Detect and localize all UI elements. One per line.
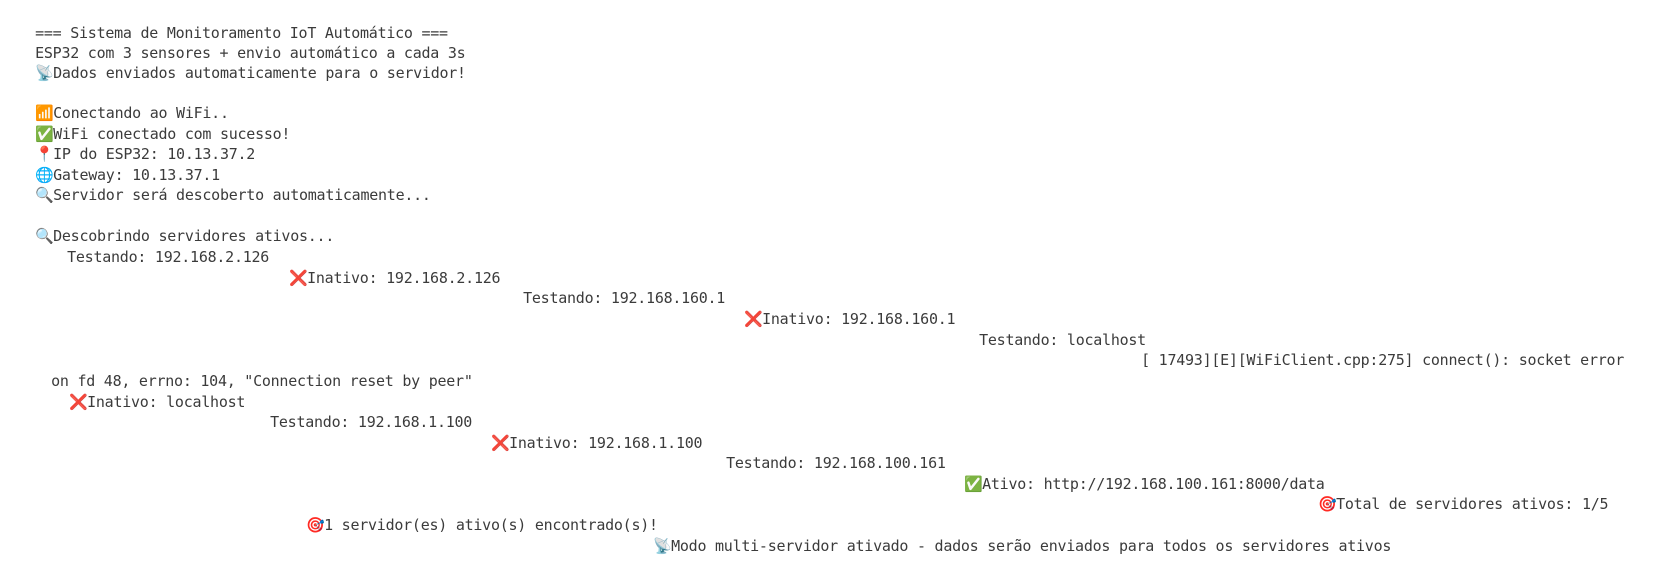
output-line-testing: Testando: 192.168.2.126 — [32, 224, 269, 266]
target-icon: 🎯 — [1318, 495, 1337, 513]
output-line-active: ✅Ativo: http://192.168.100.161:8000/data — [929, 451, 1325, 493]
cross-icon: ❌ — [491, 434, 510, 452]
output-line-inactive: ❌Inativo: localhost — [34, 369, 245, 411]
output-line-wifi-connecting: 📶Conectando ao WiFi.. — [0, 80, 229, 122]
output-line-inactive: ❌Inativo: 192.168.1.100 — [456, 410, 702, 452]
check-icon: ✅ — [964, 475, 983, 493]
line-text: Modo multi-servidor ativado - dados serã… — [671, 537, 1392, 555]
satellite-antenna-icon: 📡 — [653, 537, 672, 555]
output-line-gateway: 🌐Gateway: 10.13.37.1 — [0, 142, 220, 184]
output-line-testing: Testando: 192.168.1.100 — [235, 389, 472, 431]
output-line-inactive: ❌Inativo: 192.168.160.1 — [709, 286, 955, 328]
line-text: [ 17493][E][WiFiClient.cpp:275] connect(… — [1141, 351, 1625, 369]
line-text: Testando: 192.168.100.161 — [726, 454, 946, 472]
output-line-multi-server: 📡Modo multi-servidor ativado - dados ser… — [618, 513, 1391, 555]
output-line-title: === Sistema de Monitoramento IoT Automát… — [0, 0, 448, 42]
line-text: Testando: 192.168.1.100 — [270, 413, 473, 431]
line-text: 1 servidor(es) ativo(s) encontrado(s)! — [324, 516, 658, 534]
output-line-esp-ip: 📍IP do ESP32: 10.13.37.2 — [0, 121, 255, 163]
line-text: Inativo: 192.168.160.1 — [762, 310, 956, 328]
line-text: Inativo: 192.168.1.100 — [509, 434, 703, 452]
output-line-auto-send: 📡Dados enviados automaticamente para o s… — [0, 40, 466, 82]
output-line-servers-found: 🎯1 servidor(es) ativo(s) encontrado(s)! — [271, 492, 658, 534]
cross-icon: ❌ — [744, 310, 763, 328]
output-line-total-active: 🎯Total de servidores ativos: 1/5 — [1283, 471, 1608, 513]
line-text: Testando: 192.168.2.126 — [67, 248, 270, 266]
line-text: Inativo: localhost — [87, 393, 246, 411]
target-icon: 🎯 — [306, 516, 325, 534]
output-line-subtitle: ESP32 com 3 sensores + envio automático … — [0, 20, 466, 62]
output-line-wifi-connected: ✅WiFi conectado com sucesso! — [0, 101, 290, 143]
output-line-inactive: ❌Inativo: 192.168.2.126 — [254, 245, 500, 287]
output-line-testing: Testando: 192.168.160.1 — [488, 265, 725, 307]
output-line-testing: Testando: localhost — [944, 307, 1146, 349]
line-text: Testando: 192.168.160.1 — [523, 289, 726, 307]
line-text: Servidor será descoberto automaticamente… — [53, 186, 431, 204]
line-text: Total de servidores ativos: 1/5 — [1336, 495, 1609, 513]
line-text: Inativo: 192.168.2.126 — [307, 269, 501, 287]
line-text: Ativo: http://192.168.100.161:8000/data — [982, 475, 1325, 493]
output-line-discovering: 🔍Descobrindo servidores ativos... — [0, 203, 334, 245]
output-line-server-discovery: 🔍Servidor será descoberto automaticament… — [0, 162, 431, 204]
serial-monitor-output[interactable]: === Sistema de Monitoramento IoT Automát… — [0, 0, 1672, 574]
cross-icon: ❌ — [289, 269, 308, 287]
output-line-testing: Testando: 192.168.100.161 — [691, 430, 946, 472]
output-line-socket-error: [ 17493][E][WiFiClient.cpp:275] connect(… — [1106, 327, 1624, 369]
output-line-socket-error-cont: on fd 48, errno: 104, "Connection reset … — [16, 348, 473, 390]
cross-icon: ❌ — [69, 393, 88, 411]
